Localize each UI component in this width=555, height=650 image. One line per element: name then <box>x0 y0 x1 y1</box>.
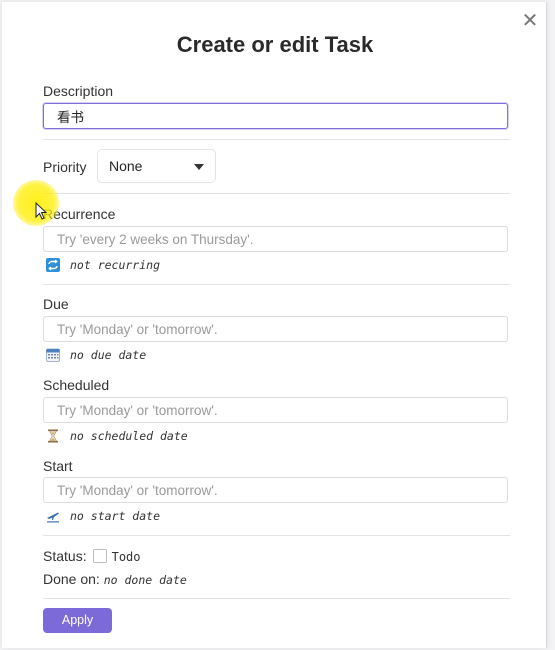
status-value: Todo <box>111 550 141 564</box>
due-label: Due <box>43 296 69 312</box>
start-hint-text: no start date <box>70 509 161 523</box>
priority-selected-value: None <box>109 158 143 174</box>
scheduled-label: Scheduled <box>43 377 110 393</box>
done-on-label: Done on: <box>43 571 100 587</box>
description-label: Description <box>43 83 114 99</box>
start-hint: no start date <box>46 509 160 523</box>
divider <box>43 598 510 599</box>
scheduled-input[interactable] <box>43 397 508 423</box>
divider <box>43 139 510 140</box>
mouse-pointer-icon <box>35 201 48 225</box>
status-row: Status: Todo <box>43 548 141 564</box>
priority-select[interactable]: None <box>97 149 216 183</box>
divider <box>43 193 510 194</box>
recurrence-hint: not recurring <box>46 258 160 272</box>
divider <box>43 284 510 285</box>
due-hint: no due date <box>46 348 146 362</box>
recurrence-hint-text: not recurring <box>70 258 161 272</box>
recurrence-input[interactable] <box>43 226 508 252</box>
status-checkbox[interactable] <box>92 549 107 563</box>
done-on-value: no done date <box>103 573 187 587</box>
chevron-down-icon <box>194 164 204 170</box>
repeat-icon <box>46 258 60 272</box>
priority-label: Priority <box>43 159 87 175</box>
scheduled-hint-text: no scheduled date <box>70 429 188 443</box>
hourglass-icon <box>46 429 60 443</box>
airplane-departure-icon <box>46 509 60 523</box>
start-input[interactable] <box>43 477 508 503</box>
due-input[interactable] <box>43 316 508 342</box>
divider <box>43 535 510 536</box>
dialog-title: Create or edit Task <box>176 32 374 57</box>
close-icon[interactable]: ✕ <box>520 10 540 30</box>
scheduled-hint: no scheduled date <box>46 429 188 443</box>
apply-button[interactable]: Apply <box>43 608 112 633</box>
done-on-row: Done on: no done date <box>43 571 187 587</box>
due-hint-text: no due date <box>70 348 147 362</box>
calendar-icon <box>46 348 60 362</box>
start-label: Start <box>43 458 73 474</box>
description-input[interactable] <box>43 103 508 129</box>
task-dialog: ✕ Create or edit Task Description Priori… <box>2 2 547 648</box>
status-label: Status: <box>43 548 87 564</box>
